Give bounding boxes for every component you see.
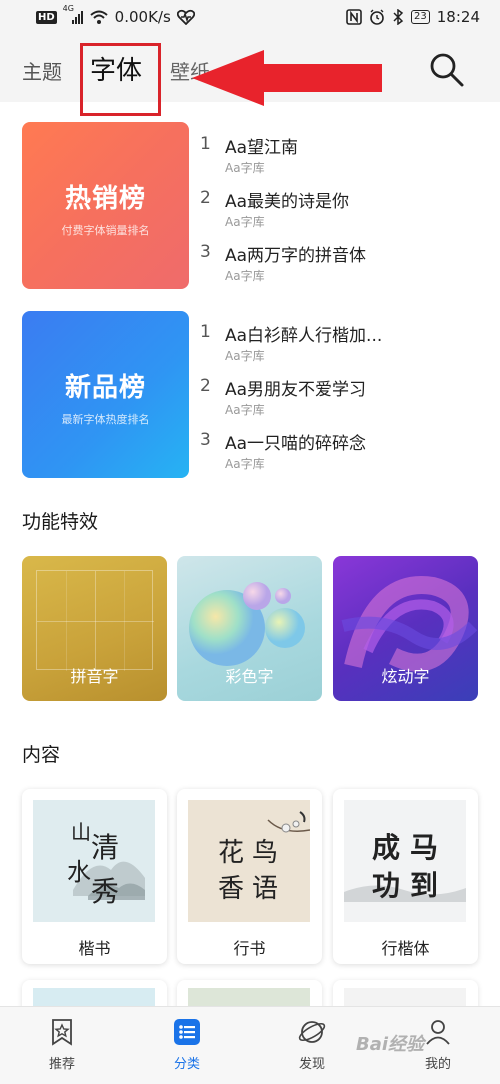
calligraphy-char: 到 xyxy=(410,869,439,902)
calligraphy-thumbnail: 成 马 功 到 xyxy=(344,800,466,922)
content-label: 行书 xyxy=(233,939,266,958)
nav-label: 推荐 xyxy=(48,1057,75,1072)
content-card-xingkai[interactable]: 成 马 功 到 行楷体 xyxy=(333,789,478,964)
tab-theme[interactable]: 主题 xyxy=(22,56,62,85)
calligraphy-thumbnail: 山 清 水 秀 xyxy=(33,800,155,922)
hot-ranking-list: 1 Aa望江南 Aa字库 2 Aa最美的诗是你 Aa字库 3 Aa两万字的拼音体… xyxy=(200,130,490,292)
calligraphy-char: 鸟 xyxy=(252,838,279,868)
status-right: 23 18:24 xyxy=(346,8,480,26)
font-source: Aa字库 xyxy=(225,215,265,229)
font-name: Aa白衫醉人行楷加... xyxy=(225,326,383,346)
person-icon xyxy=(426,1020,450,1045)
calligraphy-char: 秀 xyxy=(91,875,120,908)
ranking-title: 热销榜 xyxy=(64,184,146,214)
nav-label: 分类 xyxy=(173,1057,200,1072)
font-source: Aa字库 xyxy=(225,161,265,175)
list-item[interactable]: 2 Aa男朋友不爱学习 Aa字库 xyxy=(200,372,490,426)
search-icon[interactable] xyxy=(427,50,467,90)
signal-icon: 4G xyxy=(63,4,83,24)
content-label: 行楷体 xyxy=(381,939,430,958)
calligraphy-char: 马 xyxy=(410,831,439,864)
font-name: Aa一只喵的碎碎念 xyxy=(225,434,367,454)
rank-number: 3 xyxy=(200,242,211,262)
font-name: Aa男朋友不爱学习 xyxy=(225,380,367,400)
font-name: Aa最美的诗是你 xyxy=(225,192,350,212)
ranking-subtitle: 最新字体热度排名 xyxy=(61,413,150,426)
landscape-illustration xyxy=(344,885,466,902)
font-source: Aa字库 xyxy=(225,349,265,363)
new-products-ranking-card[interactable]: 新品榜 最新字体热度排名 xyxy=(22,311,189,478)
status-bar: HD 4G 0.00K/s 23 18:24 xyxy=(0,0,500,36)
calligraphy-thumbnail: 花 鸟 香 语 xyxy=(188,800,310,922)
list-item[interactable]: 2 Aa最美的诗是你 Aa字库 xyxy=(200,184,490,238)
feature-label: 彩色字 xyxy=(225,667,274,686)
wifi-icon xyxy=(90,10,108,24)
bluetooth-icon xyxy=(393,9,404,25)
list-item[interactable]: 1 Aa白衫醉人行楷加... Aa字库 xyxy=(200,318,490,372)
rank-number: 2 xyxy=(200,376,211,396)
section-title-content: 内容 xyxy=(22,744,61,766)
content-card-xingshu[interactable]: 花 鸟 香 语 行书 xyxy=(177,789,322,964)
calligraphy-char: 语 xyxy=(252,874,279,904)
feature-card-pinyin[interactable]: 拼音字 xyxy=(22,556,167,701)
network-speed: 0.00K/s xyxy=(114,8,171,26)
nav-discover[interactable]: 发现 xyxy=(272,1017,352,1072)
calligraphy-char: 清 xyxy=(91,831,120,864)
status-left: HD 4G 0.00K/s xyxy=(36,4,195,26)
content-label: 楷书 xyxy=(78,939,111,958)
alarm-icon xyxy=(370,9,384,25)
watermark: Bai经验 xyxy=(356,1034,425,1055)
nfc-icon xyxy=(346,9,362,25)
section-title-features: 功能特效 xyxy=(22,511,99,533)
nav-label: 发现 xyxy=(298,1057,325,1072)
font-category-screen: HD 4G 0.00K/s 23 18:24 主题 字体 壁纸 热销榜 付费字体… xyxy=(0,0,500,1084)
hd-badge: HD xyxy=(36,10,57,24)
calligraphy-char: 水 xyxy=(67,858,91,886)
flower-bird-illustration xyxy=(267,811,310,833)
rank-number: 2 xyxy=(200,188,211,208)
calligraphy-char: 山 xyxy=(71,820,91,844)
category-list-icon xyxy=(174,1019,200,1045)
highlight-box xyxy=(80,43,161,116)
feature-card-color[interactable]: 彩色字 xyxy=(177,556,322,701)
nav-category[interactable]: 分类 xyxy=(147,1017,227,1072)
star-bookmark-icon xyxy=(52,1019,72,1046)
calligraphy-char: 功 xyxy=(372,869,401,902)
red-arrow-annotation xyxy=(192,50,382,106)
ranking-title: 新品榜 xyxy=(64,373,146,403)
feature-card-dynamic[interactable]: 炫动字 xyxy=(333,556,478,701)
calligraphy-char: 花 xyxy=(218,838,245,868)
rank-number: 3 xyxy=(200,430,211,450)
list-item[interactable]: 3 Aa一只喵的碎碎念 Aa字库 xyxy=(200,426,490,480)
font-source: Aa字库 xyxy=(225,457,265,471)
rank-number: 1 xyxy=(200,134,211,154)
feature-label: 炫动字 xyxy=(381,667,430,686)
heart-icon xyxy=(176,9,195,25)
feature-label: 拼音字 xyxy=(70,667,119,686)
planet-icon xyxy=(298,1021,326,1043)
grid-pattern xyxy=(36,570,154,671)
calligraphy-char: 成 xyxy=(372,831,401,864)
battery-level: 23 xyxy=(411,10,430,24)
rank-number: 1 xyxy=(200,322,211,342)
clock: 18:24 xyxy=(436,8,480,26)
new-ranking-list: 1 Aa白衫醉人行楷加... Aa字库 2 Aa男朋友不爱学习 Aa字库 3 A… xyxy=(200,318,490,480)
font-name: Aa两万字的拼音体 xyxy=(225,246,367,266)
content-card-kaishu[interactable]: 山 清 水 秀 楷书 xyxy=(22,789,167,964)
calligraphy-char: 香 xyxy=(218,874,245,904)
hot-sales-ranking-card[interactable]: 热销榜 付费字体销量排名 xyxy=(22,122,189,289)
signal-type: 4G xyxy=(62,4,74,13)
bottom-nav: 推荐 分类 发现 我的 xyxy=(0,1006,500,1084)
font-source: Aa字库 xyxy=(225,269,265,283)
ranking-subtitle: 付费字体销量排名 xyxy=(61,224,150,237)
font-name: Aa望江南 xyxy=(225,138,299,158)
list-item[interactable]: 3 Aa两万字的拼音体 Aa字库 xyxy=(200,238,490,292)
nav-recommend[interactable]: 推荐 xyxy=(22,1017,102,1072)
list-item[interactable]: 1 Aa望江南 Aa字库 xyxy=(200,130,490,184)
font-source: Aa字库 xyxy=(225,403,265,417)
